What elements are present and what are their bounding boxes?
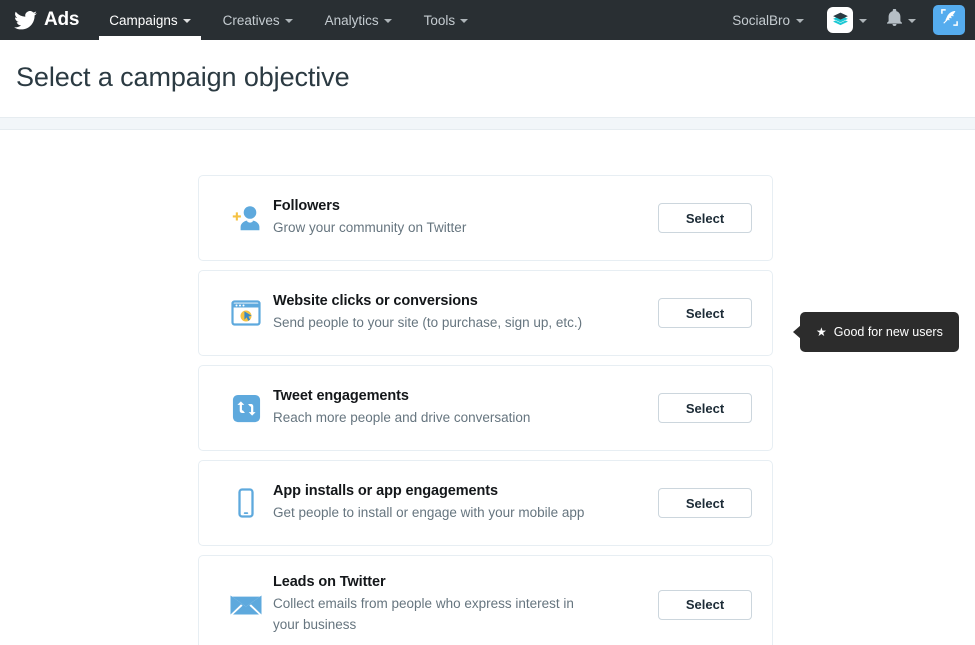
- objective-description: Collect emails from people who express i…: [273, 596, 574, 632]
- nav-item-label: Creatives: [222, 12, 280, 28]
- nav-item-tools[interactable]: Tools: [408, 0, 485, 40]
- brand-label: Ads: [44, 9, 80, 30]
- objective-text-app-installs: App installs or app engagements Get peop…: [273, 483, 658, 524]
- chevron-down-icon: [796, 19, 804, 23]
- objective-description: Reach more people and drive conversation: [273, 409, 531, 425]
- objective-title: Tweet engagements: [273, 387, 409, 404]
- select-button-tweet-engagements[interactable]: Select: [658, 393, 752, 423]
- header-separator-band: [0, 118, 975, 130]
- account-menu[interactable]: SocialBro: [720, 13, 816, 28]
- objective-card-followers[interactable]: Followers Grow your community on Twitter…: [198, 175, 773, 261]
- browser-click-icon: [219, 298, 273, 328]
- objective-text-website-clicks: Website clicks or conversions Send peopl…: [273, 293, 658, 334]
- nav-item-label: Tools: [423, 12, 456, 28]
- chevron-down-icon: [460, 19, 469, 23]
- objective-title: App installs or app engagements: [273, 482, 498, 499]
- chevron-down-icon: [182, 19, 191, 23]
- objective-card-tweet-engagements[interactable]: Tweet engagements Reach more people and …: [198, 365, 773, 451]
- twitter-bird-icon: [14, 10, 37, 30]
- objective-card-app-installs[interactable]: App installs or app engagements Get peop…: [198, 460, 773, 546]
- chevron-down-icon: [908, 19, 916, 23]
- layers-menu[interactable]: [818, 7, 876, 33]
- chevron-down-icon: [859, 19, 867, 23]
- select-button-leads[interactable]: Select: [658, 589, 752, 620]
- top-navigation-bar: Ads Campaigns Creatives Analytics Tools …: [0, 0, 975, 40]
- select-button-website-clicks[interactable]: Select: [658, 298, 752, 328]
- select-button-followers[interactable]: Select: [658, 203, 752, 233]
- objective-description: Grow your community on Twitter: [273, 219, 467, 235]
- objective-description: Get people to install or engage with you…: [273, 504, 585, 520]
- follower-add-icon: [219, 203, 273, 233]
- chevron-down-icon: [383, 19, 392, 23]
- objective-card-website-clicks[interactable]: Website clicks or conversions Send peopl…: [198, 270, 773, 356]
- tooltip-label: Good for new users: [833, 325, 943, 339]
- objective-text-tweet-engagements: Tweet engagements Reach more people and …: [273, 388, 658, 429]
- objective-title: Leads on Twitter: [273, 574, 386, 590]
- nav-item-campaigns[interactable]: Campaigns: [93, 0, 206, 40]
- objective-description: Send people to your site (to purchase, s…: [273, 314, 583, 330]
- objective-title: Followers: [273, 197, 340, 214]
- nav-item-label: Campaigns: [109, 12, 178, 28]
- nav-item-label: Analytics: [324, 12, 379, 28]
- objective-text-followers: Followers Grow your community on Twitter: [273, 198, 658, 239]
- nav-left-group: Ads Campaigns Creatives Analytics Tools: [12, 0, 484, 40]
- envelope-icon: [219, 592, 273, 618]
- compose-quill-icon: [940, 8, 959, 32]
- star-icon: ★: [816, 325, 827, 339]
- bell-notification-icon: [887, 8, 902, 31]
- account-name: SocialBro: [732, 12, 790, 28]
- retweet-icon: [219, 393, 273, 424]
- good-for-new-users-tooltip: ★ Good for new users: [800, 312, 959, 352]
- compose-tweet-button[interactable]: [933, 5, 965, 35]
- nav-item-creatives[interactable]: Creatives: [207, 0, 309, 40]
- nav-item-analytics[interactable]: Analytics: [309, 0, 408, 40]
- main-content: Followers Grow your community on Twitter…: [0, 130, 975, 645]
- objective-card-leads[interactable]: Leads on Twitter Collect emails from peo…: [198, 555, 773, 645]
- page-header: Select a campaign objective: [0, 40, 975, 118]
- brand-logo[interactable]: Ads: [12, 0, 93, 40]
- layers-stack-icon: [827, 7, 853, 33]
- chevron-down-icon: [284, 19, 293, 23]
- page-title: Select a campaign objective: [16, 62, 350, 92]
- nav-right-group: SocialBro: [720, 0, 965, 40]
- objective-text-leads: Leads on Twitter Collect emails from peo…: [273, 574, 658, 635]
- mobile-phone-icon: [219, 487, 273, 519]
- notifications-menu[interactable]: [878, 8, 925, 31]
- objective-title: Website clicks or conversions: [273, 292, 478, 309]
- select-button-app-installs[interactable]: Select: [658, 488, 752, 518]
- objective-list: Followers Grow your community on Twitter…: [198, 175, 773, 645]
